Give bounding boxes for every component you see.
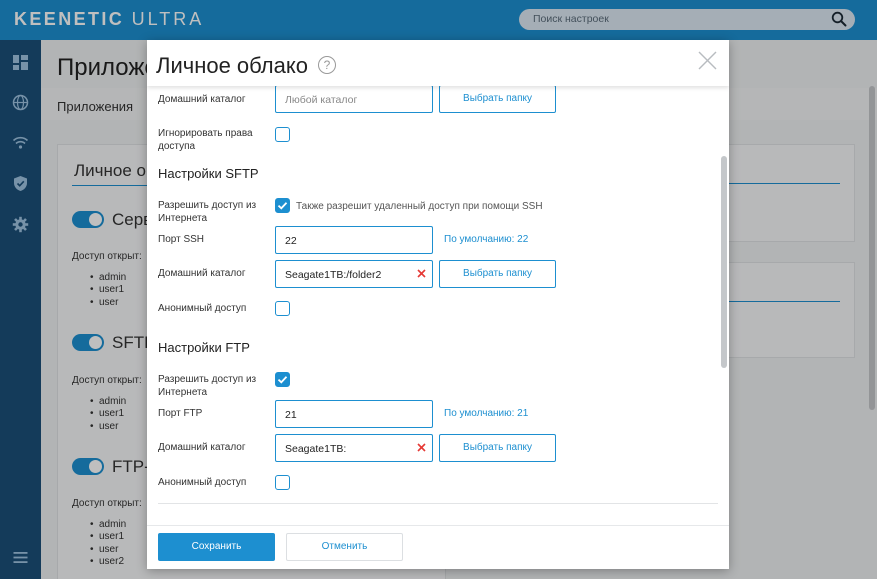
help-icon[interactable]: ? <box>318 56 336 74</box>
dialog-header: Личное облако ? <box>147 40 729 86</box>
sftp-anon-label: Анонимный доступ <box>158 303 247 314</box>
choose-folder-button[interactable]: Выбрать папку <box>439 85 556 113</box>
sftp-choose-folder-button[interactable]: Выбрать папку <box>439 260 556 288</box>
clear-icon[interactable] <box>417 443 426 452</box>
save-button[interactable]: Сохранить <box>158 533 275 561</box>
sftp-home-dir-label: Домашний каталог <box>158 268 246 279</box>
ignore-rights-checkbox[interactable] <box>275 127 290 142</box>
sftp-home-dir-value: Seagate1TB:/folder2 <box>285 269 382 281</box>
cancel-button[interactable]: Отменить <box>286 533 403 561</box>
ftp-port-value: 21 <box>285 409 297 421</box>
sftp-home-dir-input[interactable]: Seagate1TB:/folder2 <box>275 260 433 288</box>
section-divider <box>158 503 718 504</box>
ftp-allow-internet-checkbox[interactable] <box>275 372 290 387</box>
personal-cloud-dialog: Личное облако ? Домашний каталог Любой к… <box>147 40 729 569</box>
ftp-home-dir-input[interactable]: Seagate1TB: <box>275 434 433 462</box>
ftp-choose-folder-button[interactable]: Выбрать папку <box>439 434 556 462</box>
sftp-port-input[interactable]: 22 <box>275 226 433 254</box>
sftp-ssh-hint: Также разрешит удаленный доступ при помо… <box>296 201 543 212</box>
ftp-port-input[interactable]: 21 <box>275 400 433 428</box>
ftp-allow-internet-label: Разрешить доступ из Интернета <box>158 374 257 398</box>
dialog-scrollbar[interactable] <box>721 156 727 368</box>
check-icon <box>277 202 288 210</box>
dialog-title: Личное облако <box>156 53 308 78</box>
ftp-home-dir-value: Seagate1TB: <box>285 443 347 455</box>
sftp-port-value: 22 <box>285 235 297 247</box>
home-dir-placeholder: Любой каталог <box>285 94 358 106</box>
sftp-allow-internet-checkbox[interactable] <box>275 198 290 213</box>
footer-divider <box>147 525 729 526</box>
ftp-anon-label: Анонимный доступ <box>158 477 247 488</box>
close-icon[interactable] <box>698 51 717 70</box>
sftp-port-default: По умолчанию: 22 <box>444 234 529 245</box>
ignore-rights-label: Игнорировать права доступа <box>158 128 253 152</box>
home-dir-label: Домашний каталог <box>158 94 246 105</box>
sftp-allow-internet-label: Разрешить доступ из Интернета <box>158 200 257 224</box>
ftp-port-label: Порт FTP <box>158 408 203 419</box>
sftp-anon-checkbox[interactable] <box>275 301 290 316</box>
clear-icon[interactable] <box>417 269 426 278</box>
ftp-port-default: По умолчанию: 21 <box>444 408 529 419</box>
sftp-heading: Настройки SFTP <box>158 166 259 181</box>
ftp-anon-checkbox[interactable] <box>275 475 290 490</box>
check-icon <box>277 376 288 384</box>
home-dir-field[interactable]: Любой каталог <box>275 85 433 113</box>
ftp-home-dir-label: Домашний каталог <box>158 442 246 453</box>
ftp-heading: Настройки FTP <box>158 340 250 355</box>
sftp-port-label: Порт SSH <box>158 234 205 245</box>
